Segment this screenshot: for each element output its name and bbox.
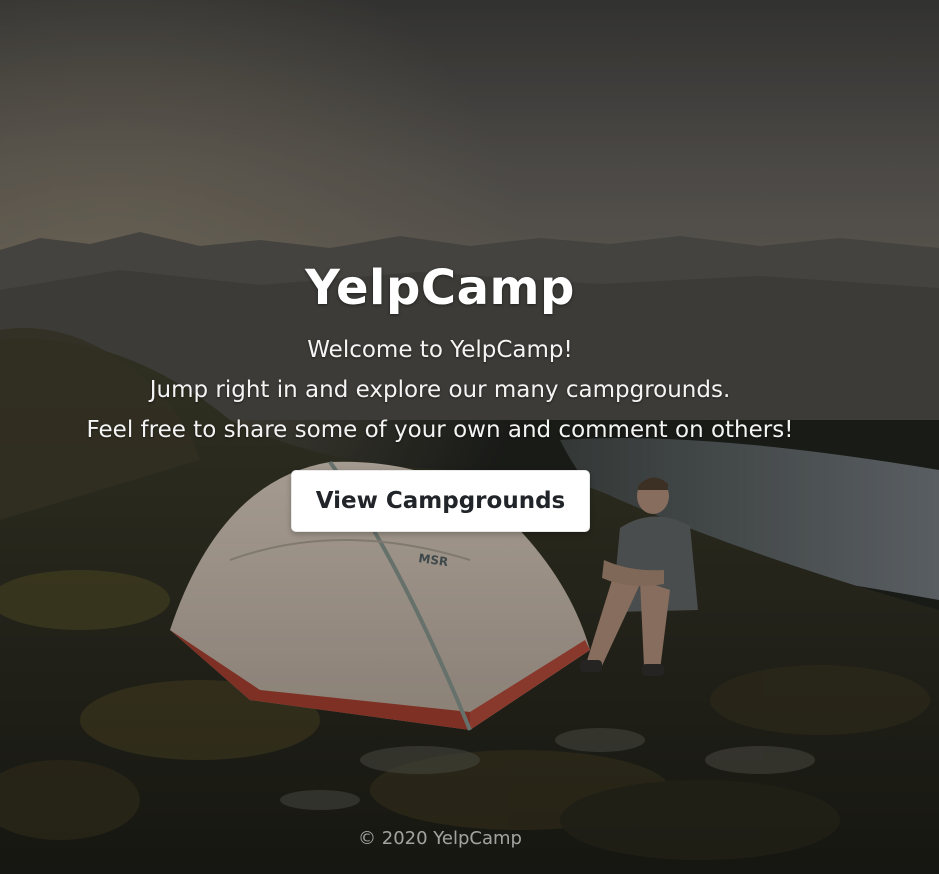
explore-line: Jump right in and explore our many campg… [149, 377, 731, 403]
share-line: Feel free to share some of your own and … [86, 417, 794, 443]
hero-section: YelpCamp Welcome to YelpCamp! Jump right… [0, 258, 880, 450]
view-campgrounds-button[interactable]: View Campgrounds [291, 470, 590, 532]
footer-copyright: © 2020 YelpCamp [358, 828, 522, 849]
welcome-text: Welcome to YelpCamp! Jump right in and e… [0, 330, 880, 450]
site-title: YelpCamp [305, 260, 575, 316]
landing-page: MSR YelpCamp Welcome to YelpCamp! Jump r… [0, 0, 939, 874]
cta-container: View Campgrounds [291, 470, 590, 532]
welcome-line: Welcome to YelpCamp! [307, 337, 573, 363]
